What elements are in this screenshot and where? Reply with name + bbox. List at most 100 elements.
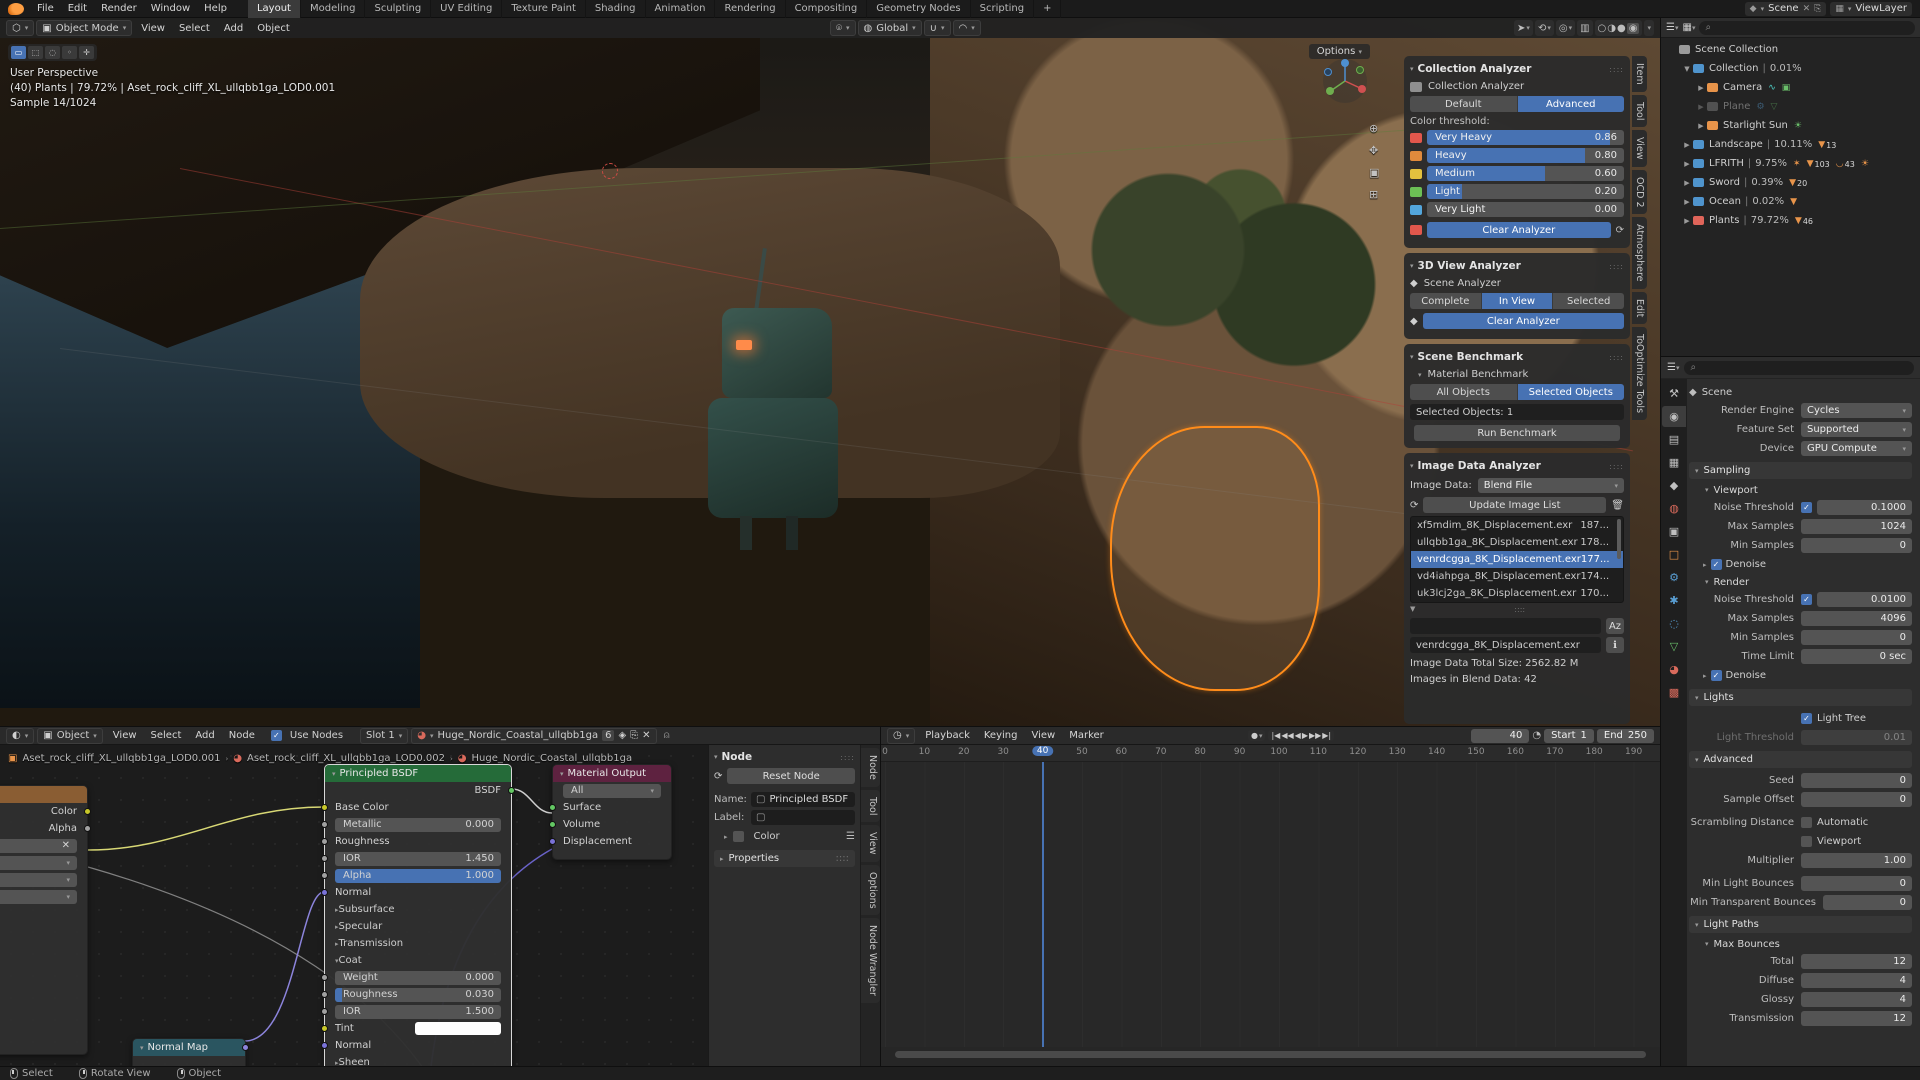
material-output-node[interactable]: ▾Material Output All▾ SurfaceVolumeDispl… — [552, 764, 672, 860]
sidebar-tab-edit[interactable]: Edit — [1632, 292, 1647, 324]
workspace-tab-texture-paint[interactable]: Texture Paint — [502, 0, 586, 18]
value-slider[interactable]: IOR1.500 — [335, 1005, 501, 1019]
ruler-tick[interactable]: 90 — [1234, 747, 1245, 757]
pin-icon[interactable]: ⍝ — [664, 730, 670, 741]
play-reverse-button[interactable]: ◀ — [1295, 731, 1301, 740]
play-button[interactable]: ▶ — [1302, 731, 1308, 740]
properties-tab-view-layer[interactable]: ▦ — [1662, 452, 1686, 473]
ruler-tick[interactable]: 150 — [1467, 747, 1484, 757]
total-field[interactable]: 12 — [1801, 954, 1912, 969]
selectability-dropdown[interactable]: ➤▾ — [1514, 20, 1533, 36]
input-socket[interactable] — [321, 872, 328, 879]
gizmos-dropdown[interactable]: ⟲▾ — [1535, 20, 1554, 36]
ruler-tick[interactable]: 80 — [1194, 747, 1205, 757]
collapse-caret[interactable]: ▾ — [1410, 353, 1414, 361]
workspace-tab-layout[interactable]: Layout — [248, 0, 301, 18]
threshold-slider-very-light[interactable]: Very Light0.00 — [1410, 202, 1624, 217]
auto-key-icon[interactable]: ◔ — [1532, 730, 1541, 741]
solid-shading-icon[interactable]: ◑ — [1607, 23, 1616, 34]
threshold-slider-medium[interactable]: Medium0.60 — [1410, 166, 1624, 181]
workspace-tab-scripting[interactable]: Scripting — [971, 0, 1034, 18]
properties-tab-object[interactable]: □ — [1662, 544, 1686, 565]
ruler-tick[interactable]: 180 — [1586, 747, 1603, 757]
displacement-socket[interactable] — [549, 838, 556, 845]
user-count-badge[interactable]: 6 — [602, 730, 614, 741]
image-texture-header[interactable] — [0, 786, 87, 803]
outliner-row-scene-collection[interactable]: Scene Collection — [1661, 40, 1920, 59]
max-samples-field[interactable]: 1024 — [1801, 519, 1912, 534]
properties-tab-texture[interactable]: ▩ — [1662, 682, 1686, 703]
shader-tab-options[interactable]: Options — [861, 865, 880, 916]
editor-type-button[interactable]: ◐▾ — [6, 728, 34, 744]
sidebar-tab-tool[interactable]: Tool — [1632, 95, 1647, 127]
navigation-gizmo[interactable] — [1322, 58, 1368, 104]
add-workspace-button[interactable]: + — [1034, 0, 1061, 18]
shader-tab-node-wrangler[interactable]: Node Wrangler — [861, 918, 880, 1003]
scene-selector[interactable]: ◆▾ Scene ✕ ⎘ — [1745, 2, 1827, 16]
color-checkbox[interactable]: ✓ — [733, 831, 744, 842]
expand-caret[interactable]: ▶ — [1681, 179, 1693, 187]
input-socket[interactable] — [321, 838, 328, 845]
color-caret[interactable]: ▸ — [724, 833, 728, 841]
ruler-tick[interactable]: 130 — [1389, 747, 1406, 757]
run-benchmark-button[interactable]: Run Benchmark — [1414, 425, 1620, 441]
viewport-menu-object[interactable]: Object — [250, 21, 297, 36]
properties-tab-particles[interactable]: ✱ — [1662, 590, 1686, 611]
ruler-tick[interactable]: 170 — [1546, 747, 1563, 757]
use-nodes-checkbox[interactable]: ✓ — [271, 730, 282, 741]
segment-selected-objects[interactable]: Selected Objects — [1518, 384, 1625, 400]
end-frame-field[interactable]: End250 — [1597, 729, 1654, 743]
viewport-menu-select[interactable]: Select — [172, 21, 217, 36]
image-list-item[interactable]: xf5mdim_8K_Displacement.exr187... — [1411, 517, 1623, 534]
menu-window[interactable]: Window — [144, 1, 197, 16]
ruler-tick[interactable]: 110 — [1310, 747, 1327, 757]
node-row-bsdf[interactable]: BSDF — [325, 782, 511, 799]
node-label-field[interactable]: ▢ — [751, 810, 855, 825]
feature-set-dropdown[interactable]: Supported▾ — [1801, 422, 1912, 437]
normal-map-node[interactable]: ▾Normal Map — [132, 1038, 246, 1066]
zoom-icon[interactable]: ⊕ — [1369, 122, 1379, 135]
slider-track[interactable]: Heavy0.80 — [1427, 148, 1624, 163]
jump-to-start-button[interactable]: |◀ — [1271, 731, 1280, 740]
workspace-tab-compositing[interactable]: Compositing — [786, 0, 868, 18]
viewport-menu-add[interactable]: Add — [217, 21, 250, 36]
overlays-dropdown[interactable]: ◎▾ — [1556, 20, 1575, 36]
workspace-tab-geometry-nodes[interactable]: Geometry Nodes — [867, 0, 970, 18]
min-transparent-bounces-field[interactable]: 0 — [1823, 895, 1912, 910]
outliner-mode-icon[interactable]: ☰▾ — [1666, 22, 1678, 33]
unlink-icon[interactable]: ✕ — [642, 730, 650, 741]
ruler-tick[interactable]: 160 — [1507, 747, 1524, 757]
input-socket[interactable] — [321, 1042, 328, 1049]
mode-selector[interactable]: ▣Object Mode▾ — [36, 20, 132, 36]
workspace-tab-uv-editing[interactable]: UV Editing — [431, 0, 502, 18]
properties-tab-tool[interactable]: ⚒ — [1662, 383, 1686, 404]
ruler-tick[interactable]: 190 — [1625, 747, 1642, 757]
extension-dropdown[interactable]: ▾ — [0, 890, 77, 904]
volume-socket[interactable] — [549, 821, 556, 828]
segment-selected[interactable]: Selected — [1553, 293, 1624, 309]
properties-tab-collection[interactable]: ▣ — [1662, 521, 1686, 542]
shader-type-selector[interactable]: ▣Object▾ — [37, 728, 103, 744]
panel-grip[interactable]: :::: — [1609, 353, 1624, 362]
sort-az-icon[interactable]: Az — [1606, 618, 1624, 634]
wireframe-shading-icon[interactable]: ○ — [1598, 23, 1607, 34]
device-dropdown[interactable]: GPU Compute▾ — [1801, 441, 1912, 456]
refresh-icon[interactable]: ⟳ — [1616, 225, 1624, 236]
expand-caret[interactable]: ▼ — [1681, 65, 1693, 73]
render-engine-dropdown[interactable]: Cycles▾ — [1801, 403, 1912, 418]
shader-menu-node[interactable]: Node — [222, 728, 262, 743]
image-datablock-row[interactable]: R…✕ — [0, 839, 77, 853]
selected-rock-outline[interactable] — [1110, 426, 1320, 691]
interpolation-dropdown[interactable]: ▾ — [0, 856, 77, 870]
node-row-tint[interactable]: Tint — [325, 1020, 511, 1037]
light-paths-section-header[interactable]: ▾Light Paths — [1689, 916, 1912, 933]
properties-tab-scene[interactable]: ◆ — [1662, 475, 1686, 496]
ruler-tick[interactable]: 0 — [882, 747, 888, 757]
segment-advanced[interactable]: Advanced — [1518, 96, 1625, 112]
tweak-tool-icon[interactable]: ▭ — [11, 46, 26, 59]
next-keyframe-button[interactable]: ▶▶ — [1309, 731, 1321, 740]
outliner-row-plane[interactable]: ▶Plane⚙▽ — [1661, 97, 1920, 116]
node-row-specular[interactable]: ▸ Specular — [325, 918, 511, 935]
max-bounces-subsection[interactable]: ▾Max Bounces — [1689, 936, 1912, 952]
node-row-metallic[interactable]: Metallic0.000 — [325, 816, 511, 833]
